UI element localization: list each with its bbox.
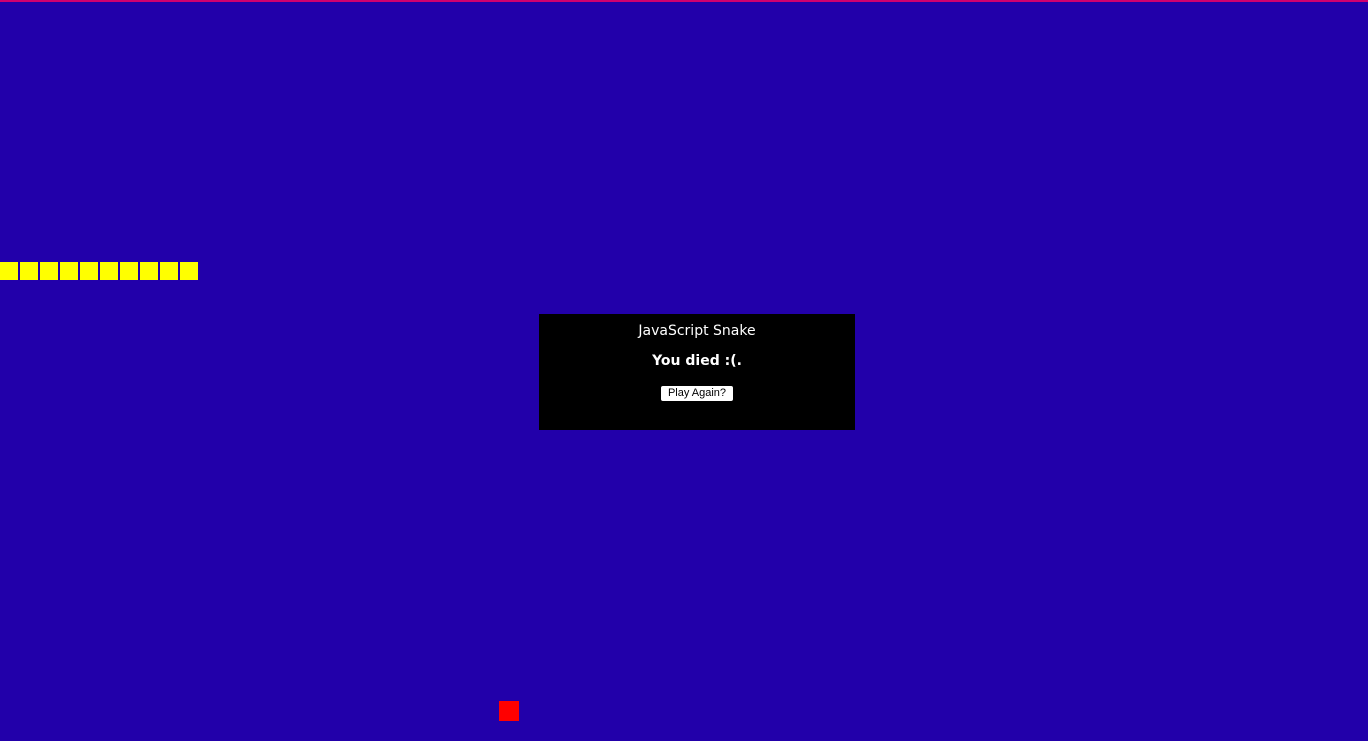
dialog-title: JavaScript Snake bbox=[638, 323, 756, 339]
snake-segment bbox=[160, 262, 178, 280]
snake-segment bbox=[20, 262, 38, 280]
snake-segment bbox=[40, 262, 58, 280]
snake-segment bbox=[120, 262, 138, 280]
food bbox=[499, 701, 519, 721]
snake-segment bbox=[80, 262, 98, 280]
snake-segment bbox=[140, 262, 158, 280]
play-again-button[interactable]: Play Again? bbox=[660, 386, 734, 401]
snake-segment bbox=[180, 262, 198, 280]
death-message: You died :(. bbox=[652, 353, 742, 369]
snake-segment bbox=[100, 262, 118, 280]
game-over-dialog: JavaScript Snake You died :(. Play Again… bbox=[539, 314, 855, 430]
snake-segment bbox=[60, 262, 78, 280]
snake-segment bbox=[0, 262, 18, 280]
